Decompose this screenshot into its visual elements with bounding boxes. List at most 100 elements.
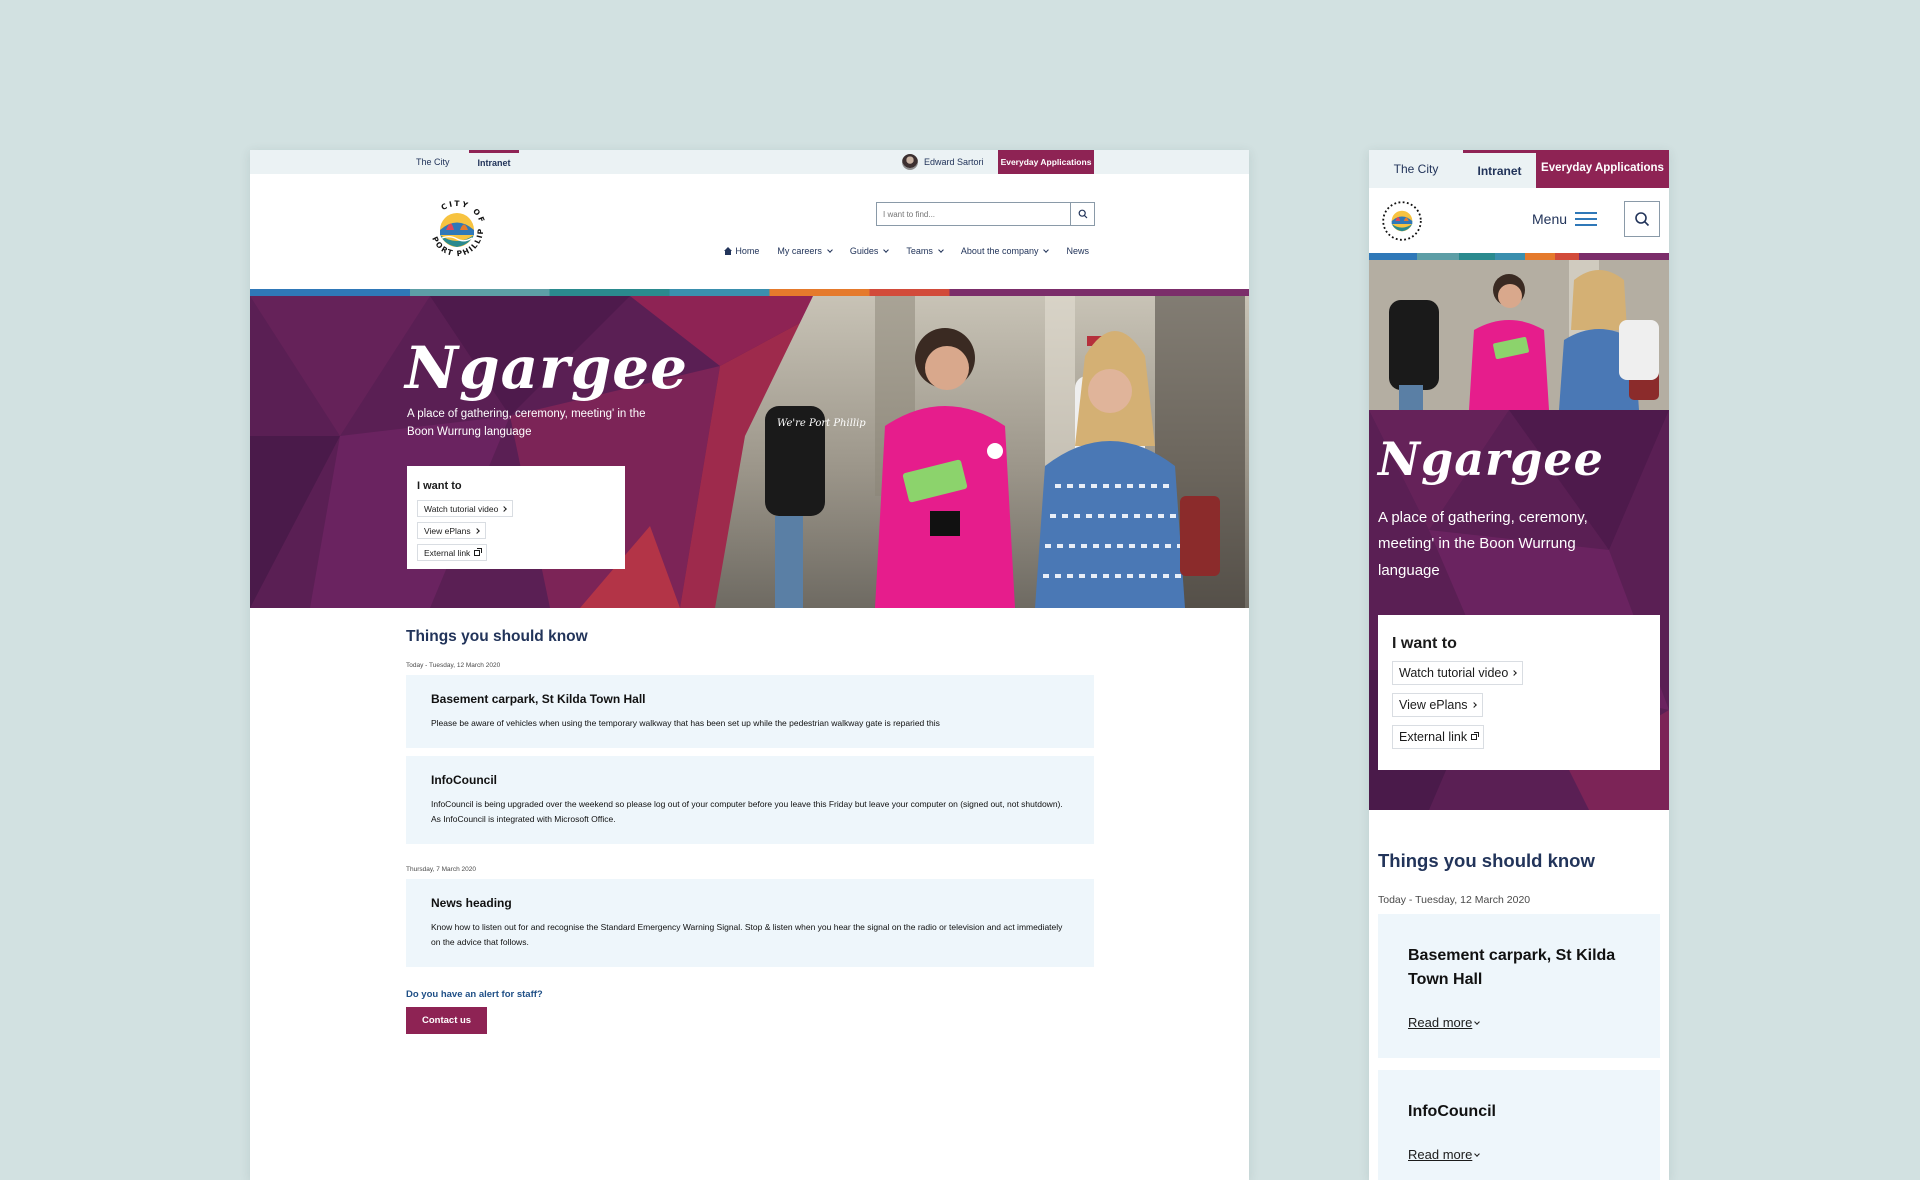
tab-intranet[interactable]: Intranet	[469, 150, 519, 174]
read-more-label: Read more	[1408, 1147, 1473, 1162]
city-of-port-phillip-logo[interactable]	[1382, 201, 1422, 241]
nav-about-label: About the company	[960, 246, 1039, 256]
rainbow-stripe	[1369, 253, 1669, 260]
user-profile[interactable]: Edward Sartori	[902, 153, 984, 171]
things-you-should-know: Things you should know Today - Tuesday, …	[1369, 850, 1669, 1180]
city-of-port-phillip-logo[interactable]: CITY OF PORT PHILLIP	[424, 197, 490, 263]
shirt-text: We're Port Phillip	[777, 418, 866, 429]
external-link-label: External link	[1399, 730, 1468, 744]
nav-teams[interactable]: Teams	[906, 246, 944, 256]
nav-my-careers-label: My careers	[777, 246, 822, 256]
chevron-right-icon	[1470, 702, 1477, 708]
everyday-applications-button[interactable]: Everyday Applications	[1536, 150, 1669, 188]
tab-the-city[interactable]: The City	[416, 150, 450, 174]
external-link[interactable]: External link	[417, 544, 488, 561]
external-link-icon	[1471, 732, 1480, 740]
user-name: Edward Sartori	[924, 157, 984, 167]
avatar	[902, 154, 918, 170]
watch-tutorial-video-link[interactable]: Watch tutorial video	[417, 500, 514, 517]
news-card[interactable]: InfoCouncil Read more	[1378, 1070, 1660, 1180]
chevron-down-icon	[827, 247, 833, 253]
i-want-to-panel: I want to Watch tutorial video View ePla…	[407, 466, 625, 569]
search-input[interactable]	[877, 203, 1070, 225]
site-header: CITY OF PORT PHILLIP Home My careers G	[250, 174, 1249, 289]
nav-teams-label: Teams	[906, 246, 933, 256]
news-card-title: InfoCouncil	[431, 773, 497, 788]
chevron-right-icon	[473, 527, 480, 534]
chevron-down-icon	[938, 247, 944, 253]
menu-label: Menu	[1532, 211, 1568, 227]
mobile-hero-banner: Ngargee A place of gathering, ceremony, …	[1369, 410, 1669, 810]
nav-guides-label: Guides	[849, 246, 879, 256]
mobile-mockup: The City Intranet Everyday Applications …	[1369, 150, 1669, 1180]
news-card-body: Know how to listen out for and recognise…	[431, 922, 1063, 947]
nav-guides[interactable]: Guides	[849, 246, 890, 256]
nav-home-label: Home	[735, 246, 760, 256]
view-eplans-label: View ePlans	[424, 525, 471, 536]
view-eplans-link[interactable]: View ePlans	[417, 522, 486, 539]
chevron-down-icon	[1043, 247, 1050, 253]
mobile-header: Menu	[1369, 188, 1669, 253]
desktop-mockup: The City Intranet Edward Sartori Everyda…	[250, 150, 1249, 1180]
main-nav: Home My careers Guides Teams About the c…	[724, 246, 1089, 256]
chevron-down-icon	[1474, 1018, 1481, 1025]
view-eplans-label: View ePlans	[1399, 698, 1468, 712]
nav-about-the-company[interactable]: About the company	[960, 246, 1050, 256]
date-label: Today - Tuesday, 12 March 2020	[406, 662, 501, 669]
news-card-body: InfoCouncil is being upgraded over the w…	[431, 799, 1063, 824]
nav-news[interactable]: News	[1066, 246, 1089, 256]
chevron-right-icon	[501, 505, 508, 512]
everyday-applications-button[interactable]: Everyday Applications	[998, 150, 1094, 174]
utility-bar: The City Intranet Edward Sartori Everyda…	[250, 150, 1249, 174]
menu-button[interactable]: Menu	[1532, 211, 1598, 227]
contact-us-button[interactable]: Contact us	[406, 1007, 488, 1035]
read-more-link[interactable]: Read more	[1408, 1015, 1481, 1030]
news-card-title: Basement carpark, St Kilda Town Hall	[1408, 947, 1616, 988]
watch-tutorial-video-link[interactable]: Watch tutorial video	[1392, 661, 1524, 685]
search-box	[876, 202, 1095, 226]
alert-question: Do you have an alert for staff?	[406, 989, 543, 1001]
news-card[interactable]: Basement carpark, St Kilda Town Hall Ple…	[406, 675, 1094, 749]
mobile-search-button[interactable]	[1624, 201, 1660, 237]
tab-the-city[interactable]: The City	[1369, 150, 1463, 188]
date-label: Thursday, 7 March 2020	[406, 866, 476, 874]
news-card-title: News heading	[431, 896, 512, 911]
chevron-down-icon	[1474, 1150, 1481, 1157]
date-label: Today - Tuesday, 12 March 2020	[1378, 894, 1531, 906]
news-card[interactable]: Basement carpark, St Kilda Town Hall Rea…	[1378, 914, 1660, 1058]
search-button[interactable]	[1070, 203, 1094, 225]
chevron-right-icon	[1511, 670, 1518, 676]
hero-title: Ngargee	[1378, 432, 1604, 486]
i-want-to-panel: I want to Watch tutorial video View ePla…	[1378, 615, 1660, 770]
chevron-down-icon	[883, 247, 890, 253]
news-card-title: InfoCouncil	[1408, 1103, 1496, 1120]
hero-photo: We're Port Phillip	[715, 296, 1249, 608]
menu-icon	[1575, 212, 1598, 226]
view-eplans-link[interactable]: View ePlans	[1392, 693, 1483, 717]
hero-title: Ngargee	[405, 334, 689, 402]
news-card-body: Please be aware of vehicles when using t…	[431, 718, 940, 728]
external-link-icon	[474, 547, 483, 556]
i-want-to-heading: I want to	[1392, 635, 1457, 652]
tab-intranet[interactable]: Intranet	[1463, 150, 1536, 188]
rainbow-stripe	[250, 289, 1249, 296]
mobile-hero-photo	[1369, 260, 1669, 410]
nav-home[interactable]: Home	[724, 246, 759, 256]
watch-tutorial-video-label: Watch tutorial video	[424, 503, 499, 514]
i-want-to-heading: I want to	[417, 480, 462, 492]
mobile-utility-bar: The City Intranet Everyday Applications	[1369, 150, 1669, 188]
external-link[interactable]: External link	[1392, 725, 1485, 749]
search-icon	[1635, 212, 1650, 227]
things-you-should-know: Things you should know Today - Tuesday, …	[406, 628, 1094, 1035]
news-card[interactable]: InfoCouncil InfoCouncil is being upgrade…	[406, 756, 1094, 845]
news-card[interactable]: News heading Know how to listen out for …	[406, 879, 1094, 968]
read-more-link[interactable]: Read more	[1408, 1147, 1481, 1162]
home-icon	[724, 247, 733, 255]
section-title: Things you should know	[1378, 850, 1595, 871]
hero-subtitle: A place of gathering, ceremony, meeting'…	[407, 408, 646, 438]
hero-banner: We're Port Phillip Ngargee A place of ga…	[250, 296, 1249, 608]
watch-tutorial-video-label: Watch tutorial video	[1399, 666, 1509, 680]
nav-my-careers[interactable]: My careers	[777, 246, 833, 256]
read-more-label: Read more	[1408, 1015, 1473, 1030]
section-title: Things you should know	[406, 628, 588, 645]
